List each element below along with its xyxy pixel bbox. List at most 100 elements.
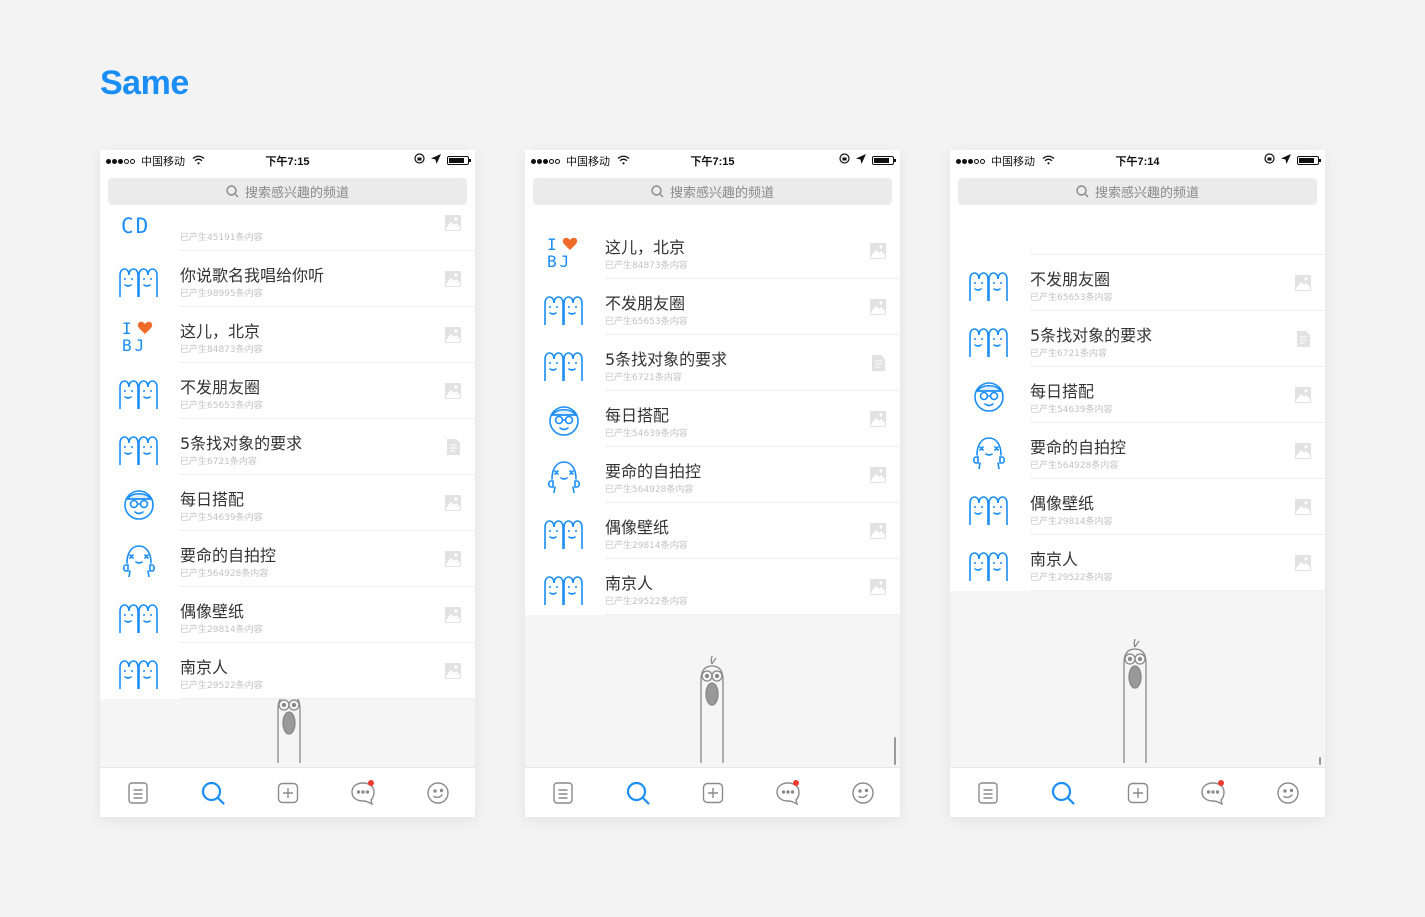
page-title: Same [100,64,189,102]
search-input[interactable]: 搜索感兴趣的频道 [958,178,1317,205]
list-icon [976,781,1000,805]
channel-item[interactable]: 南京人 已产生29522条内容 [100,643,475,699]
twin-faces-icon [543,291,585,326]
twin-faces-icon [968,491,1010,526]
mascot-icon [695,655,729,767]
tab-add[interactable] [250,768,325,817]
rotation-lock-icon [1264,153,1275,167]
search-area: 搜索感兴趣的频道 [525,170,900,207]
channel-item[interactable]: 不发朋友圈 已产生65653条内容 [100,363,475,419]
search-input[interactable]: 搜索感兴趣的频道 [108,178,467,205]
channel-item[interactable]: 不发朋友圈 已产生65653条内容 [525,279,900,335]
tab-face[interactable] [400,768,475,817]
channel-item[interactable]: I BJ 这儿，北京 已产生84873条内容 [100,307,475,363]
search-input[interactable]: 搜索感兴趣的频道 [533,178,892,205]
face-icon [1276,781,1300,805]
add-icon [1126,781,1150,805]
channel-post-count: 已产生29522条内容 [180,681,263,691]
phone-screen: 中国移动 下午7:14 搜索感兴趣的频道 不发朋友圈 已产生65653条内容 5… [950,150,1325,817]
image-icon [870,523,886,539]
rotation-lock-icon [414,153,425,167]
document-icon [1295,331,1311,347]
i-love-bj-icon: I BJ [118,319,160,355]
channel-item[interactable]: 每日搭配 已产生54639条内容 [525,391,900,447]
channel-item[interactable]: 不发朋友圈 已产生65653条内容 [950,255,1325,311]
channel-post-count: 已产生564928条内容 [1030,461,1119,471]
search-placeholder: 搜索感兴趣的频道 [669,186,774,201]
channel-item[interactable]: 要命的自拍控 已产生564928条内容 [100,531,475,587]
tab-face[interactable] [1250,768,1325,817]
add-icon [276,781,300,805]
tab-add[interactable] [1100,768,1175,817]
channel-post-count: 已产生29814条内容 [1030,517,1113,527]
tab-message[interactable] [1175,768,1250,817]
tab-message[interactable] [325,768,400,817]
scroll-indicator[interactable] [1319,757,1321,765]
channel-item[interactable]: 要命的自拍控 已产生564928条内容 [950,423,1325,479]
i-love-bj-icon: I BJ [543,235,585,271]
tab-list[interactable] [950,768,1025,817]
channel-post-count: 已产生65653条内容 [180,401,263,411]
twin-faces-icon [118,655,160,690]
channel-post-count: 已产生29522条内容 [605,597,688,607]
channel-post-count: 已产生54639条内容 [605,429,688,439]
channel-post-count: 已产生84873条内容 [605,261,688,271]
list-bottom-area [950,560,1325,767]
glasses-face-icon [968,379,1010,413]
tab-list[interactable] [525,768,600,817]
location-arrow-icon [431,153,441,167]
image-icon [1295,443,1311,459]
channel-name: 这儿，北京 [605,238,686,257]
phone-screen: 中国移动 下午7:15 搜索感兴趣的频道 CD 已产生45191条内容 你说歌名… [100,150,475,817]
channel-item[interactable]: 南京人 已产生29522条内容 [950,535,1325,591]
channel-post-count: 已产生564928条内容 [180,569,269,579]
tab-add[interactable] [675,768,750,817]
channel-item[interactable]: 每日搭配 已产生54639条内容 [950,367,1325,423]
image-icon [870,243,886,259]
twin-faces-icon [543,515,585,550]
channel-item[interactable]: 偶像壁纸 已产生29814条内容 [950,479,1325,535]
tab-message[interactable] [750,768,825,817]
channel-item[interactable]: 你说歌名我唱给你听 已产生98995条内容 [100,251,475,307]
list-icon [551,781,575,805]
tab-search[interactable] [175,768,250,817]
image-icon [445,495,461,511]
search-icon [1050,780,1076,806]
channel-post-count: 已产生29814条内容 [180,625,263,635]
channel-name: 每日搭配 [605,406,670,425]
tab-list[interactable] [100,768,175,817]
list-item[interactable] [950,227,1325,255]
channel-post-count: 已产生98995条内容 [180,289,263,299]
channel-item[interactable]: 南京人 已产生29522条内容 [525,559,900,615]
status-bar: 中国移动 下午7:14 [950,150,1325,170]
tab-search[interactable] [600,768,675,817]
svg-text:BJ: BJ [547,252,572,269]
tab-bar [950,767,1325,817]
search-icon [625,780,651,806]
add-icon [701,781,725,805]
channel-item[interactable]: 每日搭配 已产生54639条内容 [100,475,475,531]
tab-bar [100,767,475,817]
channel-item[interactable]: 要命的自拍控 已产生564928条内容 [525,447,900,503]
channel-item[interactable]: 偶像壁纸 已产生29814条内容 [525,503,900,559]
channel-item[interactable]: I BJ 这儿，北京 已产生84873条内容 [525,223,900,279]
mascot-icon [1118,638,1152,767]
channel-name: 你说歌名我唱给你听 [180,266,325,285]
channel-item[interactable]: 5条找对象的要求 已产生6721条内容 [950,311,1325,367]
face-icon [851,781,875,805]
channel-name: 偶像壁纸 [605,518,670,537]
channel-post-count: 已产生84873条内容 [180,345,263,355]
channel-item[interactable]: 5条找对象的要求 已产生6721条内容 [525,335,900,391]
channel-item[interactable]: 偶像壁纸 已产生29814条内容 [100,587,475,643]
tab-search[interactable] [1025,768,1100,817]
channel-item[interactable]: 5条找对象的要求 已产生6721条内容 [100,419,475,475]
glasses-face-icon [543,403,585,437]
channel-name: 南京人 [180,658,229,677]
tab-face[interactable] [825,768,900,817]
image-icon [445,271,461,287]
channel-name: 5条找对象的要求 [605,350,728,369]
image-icon [1295,555,1311,571]
channel-post-count: 已产生6721条内容 [180,457,257,467]
scroll-indicator[interactable] [894,737,896,765]
image-icon [445,215,461,231]
